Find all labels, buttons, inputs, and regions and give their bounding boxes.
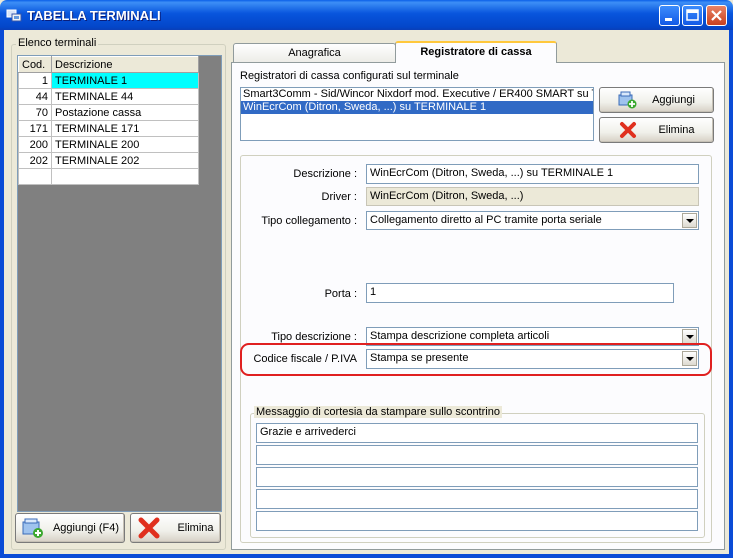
- delete-terminal-button[interactable]: Elimina: [130, 513, 221, 543]
- terminal-app-icon: [6, 7, 22, 23]
- add-terminal-button[interactable]: Aggiungi (F4): [15, 513, 125, 543]
- minimize-icon: [665, 18, 672, 21]
- add-register-button[interactable]: Aggiungi: [599, 87, 714, 113]
- driver-label: Driver :: [321, 191, 357, 203]
- window-frame-right: [729, 30, 733, 558]
- delete-register-label: Elimina: [658, 124, 695, 136]
- courtesy-group-label: Messaggio di cortesia da stampare sullo …: [254, 406, 502, 418]
- codice-fiscale-value: Stampa se presente: [370, 352, 469, 364]
- column-header-descrizione[interactable]: Descrizione: [51, 56, 199, 73]
- cell-descrizione[interactable]: TERMINALE 1: [51, 72, 199, 89]
- codice-fiscale-label: Codice fiscale / P.IVA: [253, 353, 357, 365]
- chevron-down-icon[interactable]: [682, 351, 697, 366]
- courtesy-line-2[interactable]: [256, 445, 698, 465]
- cell-cod[interactable]: 171: [18, 120, 52, 137]
- courtesy-line-1[interactable]: Grazie e arrivederci: [256, 423, 698, 443]
- column-header-cod[interactable]: Cod.: [18, 56, 52, 73]
- courtesy-line-3[interactable]: [256, 467, 698, 487]
- chevron-down-icon[interactable]: [682, 329, 697, 344]
- descrizione-label: Descrizione :: [293, 168, 357, 180]
- cell-descrizione[interactable]: TERMINALE 44: [51, 88, 199, 105]
- cell-cod[interactable]: 200: [18, 136, 52, 153]
- terminals-group-label: Elenco terminali: [16, 37, 99, 49]
- delete-x-icon: [620, 122, 637, 138]
- cell-cod[interactable]: 202: [18, 152, 52, 169]
- window-frame-left: [0, 30, 4, 558]
- cell-descrizione[interactable]: TERMINALE 171: [51, 120, 199, 137]
- close-icon: [711, 10, 722, 21]
- delete-x-icon: [138, 517, 160, 539]
- porta-input[interactable]: 1: [366, 283, 674, 303]
- window-frame-bottom: [0, 554, 733, 558]
- cell-descrizione[interactable]: TERMINALE 202: [51, 152, 199, 169]
- registers-listbox[interactable]: Smart3Comm - Sid/Wincor Nixdorf mod. Exe…: [240, 87, 594, 141]
- descrizione-input[interactable]: WinEcrCom (Ditron, Sweda, ...) su TERMIN…: [366, 164, 699, 184]
- table-row[interactable]: 70 Postazione cassa: [18, 104, 199, 121]
- cell-descrizione[interactable]: TERMINALE 200: [51, 136, 199, 153]
- registers-label: Registratori di cassa configurati sul te…: [240, 70, 459, 82]
- grid-header-row: Cod. Descrizione: [18, 56, 199, 73]
- courtesy-line-4[interactable]: [256, 489, 698, 509]
- add-icon: [618, 91, 637, 109]
- list-item[interactable]: Smart3Comm - Sid/Wincor Nixdorf mod. Exe…: [241, 88, 593, 101]
- table-row[interactable]: 171 TERMINALE 171: [18, 120, 199, 137]
- courtesy-line-5[interactable]: [256, 511, 698, 531]
- cell-descrizione[interactable]: [51, 168, 199, 185]
- driver-field: WinEcrCom (Ditron, Sweda, ...): [366, 187, 699, 206]
- cell-cod[interactable]: 44: [18, 88, 52, 105]
- add-terminal-label: Aggiungi (F4): [52, 522, 120, 534]
- delete-register-button[interactable]: Elimina: [599, 117, 714, 143]
- table-row[interactable]: 1 TERMINALE 1: [18, 72, 199, 89]
- chevron-down-icon[interactable]: [682, 213, 697, 228]
- minimize-button[interactable]: [659, 5, 680, 26]
- maximize-icon: [686, 9, 699, 21]
- cell-cod[interactable]: 70: [18, 104, 52, 121]
- tipo-descrizione-value: Stampa descrizione completa articoli: [370, 330, 550, 342]
- window-title: TABELLA TERMINALI: [27, 8, 161, 23]
- terminals-grid[interactable]: Cod. Descrizione 1 TERMINALE 1 44 TERMIN…: [17, 55, 222, 512]
- table-row[interactable]: 202 TERMINALE 202: [18, 152, 199, 169]
- tab-anagrafica[interactable]: Anagrafica: [233, 43, 396, 63]
- table-row-new[interactable]: [18, 168, 199, 185]
- codice-fiscale-select[interactable]: Stampa se presente: [366, 349, 699, 369]
- table-row[interactable]: 44 TERMINALE 44: [18, 88, 199, 105]
- table-row[interactable]: 200 TERMINALE 200: [18, 136, 199, 153]
- maximize-button[interactable]: [682, 5, 703, 26]
- porta-label: Porta :: [324, 288, 357, 300]
- delete-terminal-label: Elimina: [177, 522, 214, 534]
- list-item[interactable]: WinEcrCom (Ditron, Sweda, ...) su TERMIN…: [241, 101, 593, 114]
- add-register-label: Aggiungi: [652, 94, 695, 106]
- tab-registratore-di-cassa[interactable]: Registratore di cassa: [395, 41, 557, 63]
- close-button[interactable]: [706, 5, 727, 26]
- cell-descrizione[interactable]: Postazione cassa: [51, 104, 199, 121]
- cell-cod[interactable]: [18, 168, 52, 185]
- tipo-collegamento-select[interactable]: Collegamento diretto al PC tramite porta…: [366, 211, 699, 230]
- add-icon: [22, 518, 43, 538]
- cell-cod[interactable]: 1: [18, 72, 52, 89]
- tipo-descrizione-label: Tipo descrizione :: [271, 331, 357, 343]
- tipo-collegamento-value: Collegamento diretto al PC tramite porta…: [370, 214, 602, 226]
- tipo-collegamento-label: Tipo collegamento :: [261, 215, 357, 227]
